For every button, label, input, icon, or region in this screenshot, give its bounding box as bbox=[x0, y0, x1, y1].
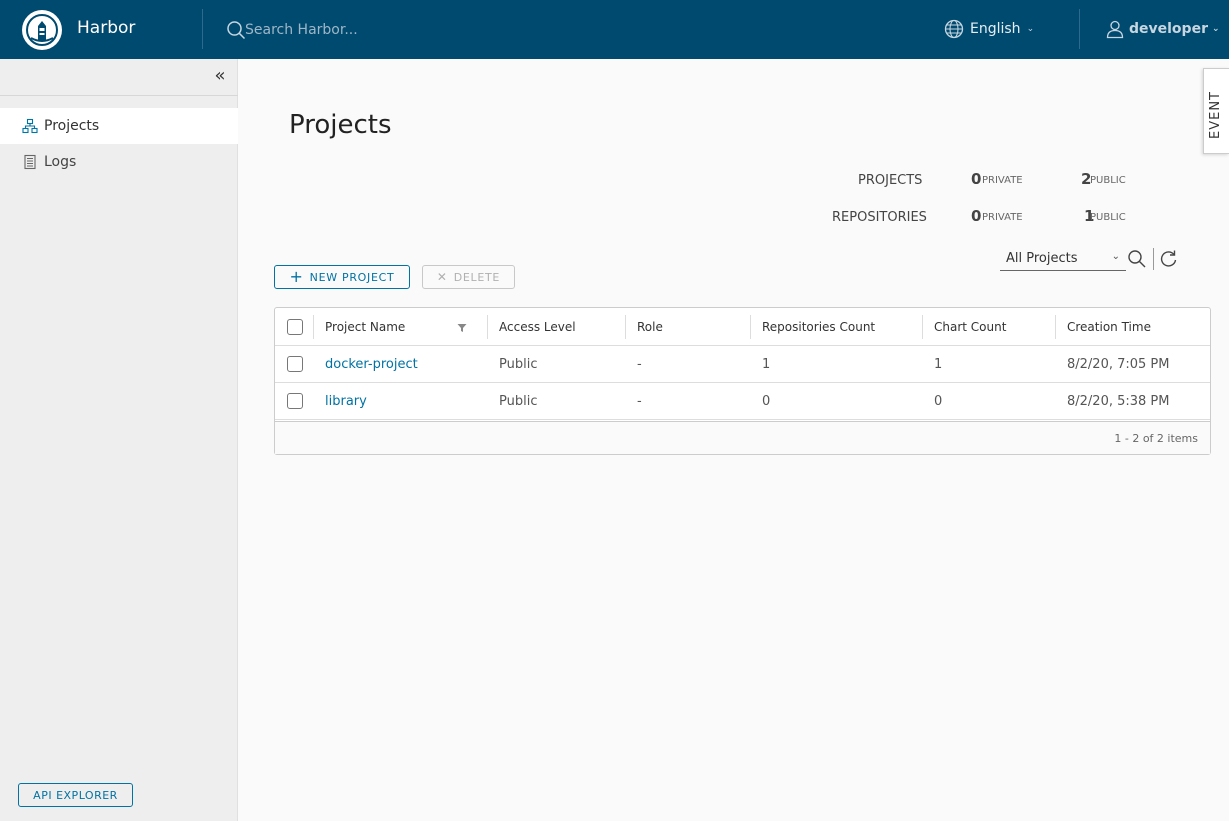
chart-count-cell: 1 bbox=[934, 356, 943, 372]
row-checkbox[interactable] bbox=[287, 393, 303, 409]
role-cell: - bbox=[637, 393, 642, 409]
projects-datagrid: Project Name Access Level Role Repositor… bbox=[274, 307, 1211, 455]
plus-icon: + bbox=[289, 267, 304, 286]
project-name-link[interactable]: library bbox=[313, 383, 487, 419]
sidebar: « Projects Logs API EXPLORER bbox=[0, 59, 238, 821]
access-level-cell: Public bbox=[499, 356, 538, 372]
pagination-summary: 1 - 2 of 2 items bbox=[1114, 432, 1198, 445]
sidebar-item-label: Projects bbox=[44, 118, 100, 134]
access-level-cell: Public bbox=[499, 393, 538, 409]
app-header: Harbor English ⌄ developer ⌄ bbox=[0, 0, 1229, 59]
private-unit: PRIVATE bbox=[982, 212, 1023, 223]
select-all-checkbox[interactable] bbox=[287, 318, 303, 335]
public-unit: PUBLIC bbox=[1090, 175, 1126, 186]
language-selector[interactable]: English ⌄ bbox=[944, 18, 1034, 40]
creation-time-cell: 8/2/20, 5:38 PM bbox=[1067, 393, 1170, 409]
page-title: Projects bbox=[289, 110, 392, 140]
repositories-private-count: 0 bbox=[971, 207, 982, 225]
column-header-creation-time[interactable]: Creation Time bbox=[1055, 308, 1210, 345]
new-project-label: NEW PROJECT bbox=[309, 270, 395, 284]
table-header-row: Project Name Access Level Role Repositor… bbox=[275, 308, 1210, 346]
sidebar-item-label: Logs bbox=[44, 154, 77, 170]
creation-time-cell: 8/2/20, 7:05 PM bbox=[1067, 356, 1170, 372]
private-unit: PRIVATE bbox=[982, 175, 1023, 186]
header-divider bbox=[202, 9, 203, 49]
row-select-cell bbox=[275, 346, 313, 382]
chart-count-cell: 0 bbox=[934, 393, 943, 409]
column-header-chart-count[interactable]: Chart Count bbox=[922, 308, 1055, 345]
new-project-button[interactable]: + NEW PROJECT bbox=[274, 265, 410, 289]
toolbar-divider bbox=[1153, 248, 1154, 270]
repositories-count-cell: 0 bbox=[762, 393, 771, 409]
sidebar-item-logs[interactable]: Logs bbox=[0, 144, 238, 180]
document-list-icon bbox=[24, 154, 36, 170]
close-icon: ✕ bbox=[436, 270, 448, 284]
harbor-logo[interactable] bbox=[22, 10, 62, 50]
select-all-cell bbox=[275, 308, 313, 345]
public-unit: PUBLIC bbox=[1090, 212, 1126, 223]
hierarchy-icon bbox=[22, 118, 38, 134]
filter-icon[interactable] bbox=[457, 323, 467, 333]
language-label: English bbox=[970, 21, 1021, 37]
brand-title: Harbor bbox=[77, 18, 136, 38]
sidebar-divider bbox=[0, 95, 238, 96]
projects-private-count: 0 bbox=[971, 170, 982, 188]
column-header-access-level[interactable]: Access Level bbox=[487, 308, 625, 345]
global-search-input[interactable] bbox=[245, 17, 545, 43]
user-icon bbox=[1106, 20, 1124, 39]
row-checkbox[interactable] bbox=[287, 356, 303, 372]
summary-projects-label: PROJECTS bbox=[858, 173, 923, 188]
username-label: developer bbox=[1129, 21, 1208, 37]
role-cell: - bbox=[637, 356, 642, 372]
table-row: docker-project Public - 1 1 8/2/20, 7:05… bbox=[275, 346, 1210, 383]
api-explorer-button[interactable]: API EXPLORER bbox=[18, 783, 133, 807]
search-icon bbox=[227, 21, 246, 40]
event-tab-label: EVENT bbox=[1208, 91, 1223, 139]
collapse-sidebar-icon[interactable]: « bbox=[210, 67, 230, 86]
column-header-role[interactable]: Role bbox=[625, 308, 750, 345]
search-icon[interactable] bbox=[1127, 249, 1147, 269]
delete-button[interactable]: ✕ DELETE bbox=[422, 265, 515, 289]
filter-selected-value: All Projects bbox=[1006, 251, 1078, 266]
header-divider bbox=[1079, 9, 1080, 49]
row-select-cell bbox=[275, 383, 313, 419]
chevron-down-icon: ⌄ bbox=[1026, 24, 1035, 34]
refresh-icon[interactable] bbox=[1159, 249, 1179, 269]
chevron-down-icon: ⌄ bbox=[1211, 24, 1220, 34]
table-row: library Public - 0 0 8/2/20, 5:38 PM bbox=[275, 383, 1210, 420]
delete-label: DELETE bbox=[453, 270, 501, 284]
user-menu[interactable]: developer ⌄ bbox=[1105, 18, 1220, 40]
column-header-repositories-count[interactable]: Repositories Count bbox=[750, 308, 922, 345]
repositories-count-cell: 1 bbox=[762, 356, 771, 372]
sidebar-item-projects[interactable]: Projects bbox=[0, 108, 238, 144]
event-drawer-tab[interactable]: EVENT bbox=[1203, 68, 1229, 154]
chevron-down-icon: ⌄ bbox=[1111, 251, 1120, 262]
project-filter-select[interactable]: All Projects ⌄ bbox=[1000, 247, 1126, 271]
datagrid-footer: 1 - 2 of 2 items bbox=[275, 421, 1210, 454]
globe-icon bbox=[944, 19, 964, 39]
summary-repositories-label: REPOSITORIES bbox=[832, 210, 927, 225]
project-name-link[interactable]: docker-project bbox=[313, 346, 487, 382]
